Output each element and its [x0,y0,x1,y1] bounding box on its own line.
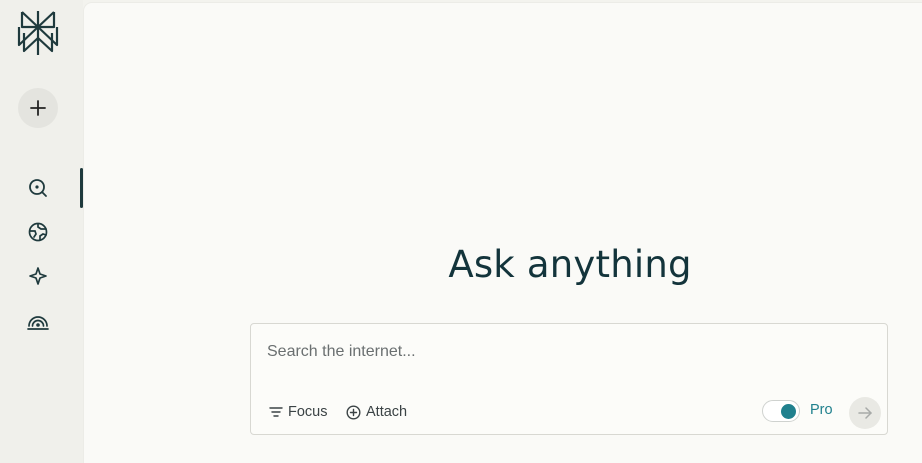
search-box: Focus Attach Pro [250,323,888,435]
perplexity-logo-icon[interactable] [16,9,60,57]
sparkle-icon [29,267,47,285]
sidebar-item-library[interactable] [27,309,49,331]
globe-icon [28,222,48,242]
search-input[interactable] [267,340,867,364]
app-root: Ask anything Focus Attach Pro [0,0,922,463]
submit-button[interactable] [849,397,881,429]
sidebar-item-discover[interactable] [27,221,49,243]
pro-label: Pro [810,402,833,418]
pro-toggle[interactable] [762,400,800,422]
attach-button[interactable]: Attach [346,402,407,422]
focus-label: Focus [288,404,328,420]
toggle-knob [781,404,796,419]
radar-icon [27,316,49,330]
add-circle-icon [346,404,361,420]
sidebar [0,0,83,463]
new-thread-button[interactable] [18,88,58,128]
filter-icon [269,407,283,417]
plus-icon [30,100,46,116]
attach-label: Attach [366,404,408,420]
arrow-right-icon [858,407,872,419]
active-nav-indicator [80,168,83,208]
page-title: Ask anything [448,243,692,286]
sidebar-item-home[interactable] [27,177,49,199]
focus-button[interactable]: Focus [269,402,328,422]
search-icon [29,179,47,197]
sidebar-item-spaces[interactable] [27,265,49,287]
